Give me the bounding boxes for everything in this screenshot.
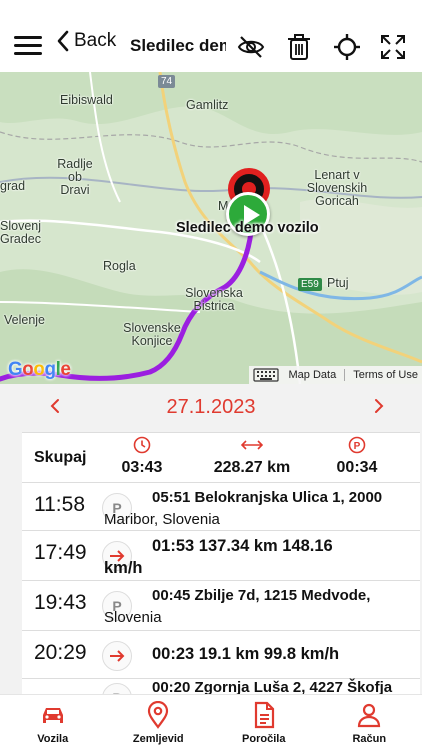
document-icon — [254, 701, 274, 729]
map-place-label: Ptuj — [327, 276, 349, 290]
terms-link[interactable]: Terms of Use — [349, 369, 422, 381]
trash-icon[interactable] — [284, 32, 314, 62]
map-place-label: Slovenske Konjice — [123, 321, 181, 349]
parking-badge: P — [102, 683, 132, 694]
event-line2: Maribor, Slovenia — [104, 511, 220, 528]
trip-list-panel: 27.1.2023 Skupaj 03:43 228.27 km P 00:34… — [0, 384, 422, 694]
map-place-label: Slovenska Bistrica — [185, 286, 243, 314]
google-logo: Google — [8, 359, 71, 380]
user-icon — [358, 703, 381, 728]
event-line1: 05:51 Belokranjska Ulica 1, 2000 — [152, 489, 383, 506]
event-row[interactable]: 19:43 P 00:45 Zbilje 7d, 1215 Medvode, S… — [22, 580, 420, 630]
event-info: 00:45 Zbilje 7d, 1215 Medvode, Slovenia — [104, 585, 412, 629]
map-data-link[interactable]: Map Data — [285, 369, 341, 381]
nav-racun[interactable]: Račun — [317, 695, 422, 750]
map-place-label: grad — [0, 179, 26, 193]
map-view[interactable]: 74 E59 Gamlitz Eibiswald Radlje ob Dravi… — [0, 72, 422, 384]
page-title: Sledilec demo vozilo — [130, 36, 226, 55]
date-navigator: 27.1.2023 — [0, 384, 422, 432]
nav-label: Zemljevid — [132, 733, 184, 745]
nav-vozila[interactable]: Vozila — [0, 695, 106, 750]
event-time: 11:58 — [34, 493, 85, 516]
map-attribution: Map Data Terms of Use — [248, 366, 422, 384]
nav-label: Vozila — [37, 733, 69, 745]
app-header: Back Sledilec demo vozilo — [0, 0, 422, 72]
car-icon — [42, 708, 63, 723]
vehicle-label: Sledilec demo vozilo — [176, 220, 319, 236]
summary-drive-time: 03:43 — [121, 459, 163, 476]
event-row[interactable]: 20:29 00:23 19.1 km 99.8 km/h — [22, 630, 420, 678]
road-badge: E59 — [298, 278, 322, 291]
event-line1: 00:23 19.1 km 99.8 km/h — [152, 645, 340, 663]
nav-label: Račun — [352, 733, 387, 745]
map-place-label: Gamlitz — [186, 98, 229, 112]
event-line1: 01:53 137.34 km 148.16 — [152, 537, 333, 555]
map-place-label: Slovenj Gradec — [0, 219, 41, 247]
map-place-label: Lenart v Slovenskih Goricah — [306, 168, 368, 209]
event-line2: Slovenia — [104, 609, 162, 626]
event-line1: 00:45 Zbilje 7d, 1215 Medvode, — [152, 587, 371, 604]
summary-distance: 228.27 km — [213, 459, 291, 476]
summary-park-time: 00:34 — [336, 459, 378, 476]
event-row[interactable]: P 00:20 Zgornja Luša 2, 4227 Škofja — [22, 678, 420, 694]
eye-off-icon[interactable] — [236, 32, 266, 62]
menu-icon[interactable] — [14, 36, 42, 56]
event-info: 01:53 137.34 km 148.16 km/h — [104, 535, 412, 579]
chevron-right-icon — [375, 399, 384, 413]
map-place-label: Rogla — [103, 259, 136, 273]
summary-label: Skupaj — [34, 449, 87, 466]
distance-icon — [202, 435, 302, 455]
event-line1: 00:20 Zgornja Luša 2, 4227 Škofja — [152, 679, 393, 694]
nav-zemljevid[interactable]: Zemljevid — [106, 695, 212, 750]
event-line2: km/h — [104, 559, 143, 577]
chevron-left-icon — [57, 30, 69, 52]
road-badge: 74 — [158, 75, 176, 88]
svg-text:P: P — [354, 441, 361, 452]
parking-icon: P — [332, 435, 382, 455]
nav-label: Poročila — [242, 733, 286, 745]
event-time: 19:43 — [34, 591, 87, 614]
keyboard-icon[interactable] — [252, 368, 279, 382]
clock-icon — [118, 435, 166, 455]
drive-badge — [102, 641, 132, 671]
map-place-label: Eibiswald — [60, 93, 113, 107]
event-row[interactable]: 17:49 01:53 137.34 km 148.16 km/h — [22, 530, 420, 580]
map-pin-icon — [148, 701, 169, 729]
expand-icon[interactable] — [378, 32, 408, 62]
event-time: 17:49 — [34, 541, 87, 564]
event-info: 00:23 19.1 km 99.8 km/h — [152, 643, 412, 665]
event-info: 00:20 Zgornja Luša 2, 4227 Škofja — [152, 677, 412, 694]
crosshair-icon[interactable] — [332, 32, 362, 62]
back-button[interactable]: Back — [56, 30, 116, 52]
event-time: 20:29 — [34, 641, 87, 664]
bottom-navigation: Vozila Zemljevid Poročila Račun — [0, 694, 422, 750]
summary-row: Skupaj 03:43 228.27 km P 00:34 — [22, 432, 420, 482]
back-label: Back — [74, 30, 117, 51]
nav-porocila[interactable]: Poročila — [211, 695, 317, 750]
arrow-right-icon — [110, 650, 125, 662]
event-info: 05:51 Belokranjska Ulica 1, 2000 Maribor… — [104, 487, 412, 531]
current-date[interactable]: 27.1.2023 — [0, 396, 422, 419]
next-date-button[interactable] — [364, 394, 394, 420]
event-row[interactable]: 11:58 P 05:51 Belokranjska Ulica 1, 2000… — [22, 482, 420, 530]
map-place-label: Velenje — [4, 313, 46, 327]
map-place-label: Radlje ob Dravi — [57, 157, 93, 198]
